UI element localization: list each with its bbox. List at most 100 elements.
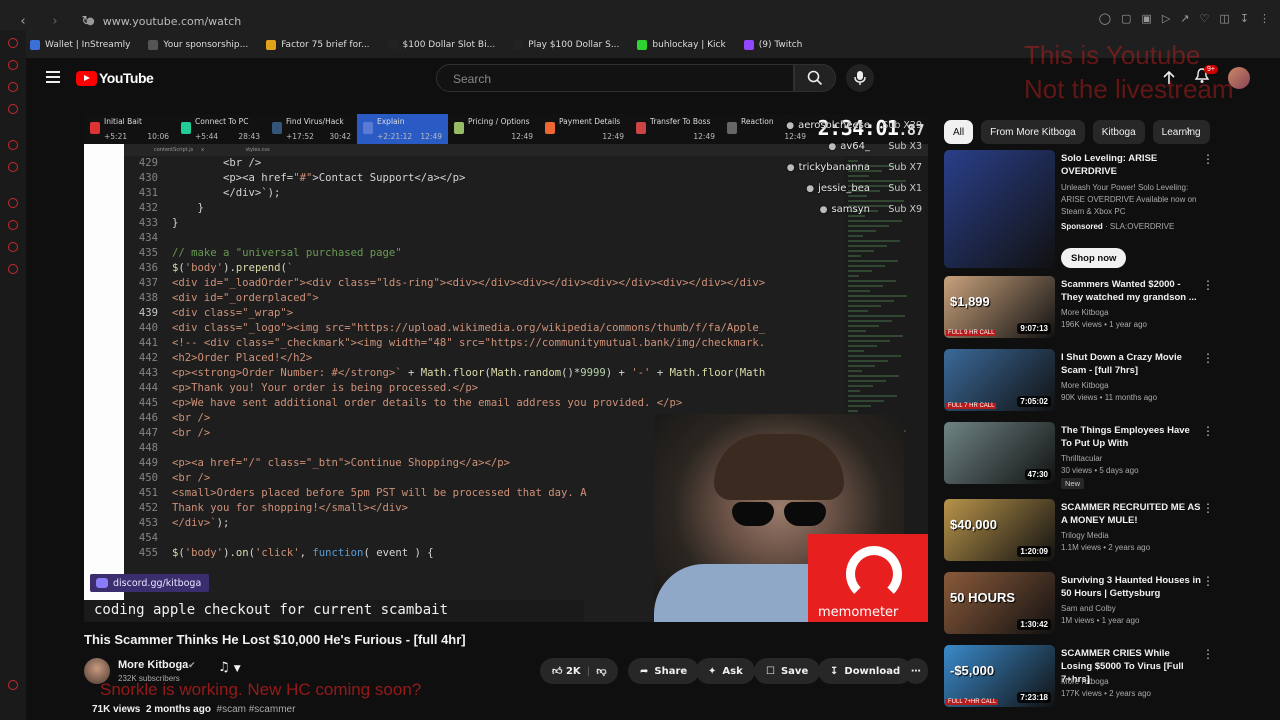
download-arrow-icon: ↧: [830, 665, 839, 677]
recommended-channel[interactable]: More Kitboga: [1061, 677, 1109, 686]
filter-chip[interactable]: Kitboga: [1092, 120, 1145, 144]
recommended-video[interactable]: FULL 7 HR CALL 7:05:02 I Shut Down a Crazy…: [944, 349, 1264, 415]
bookmark-item[interactable]: Play $100 Dollar S...: [513, 40, 619, 50]
extension-icon[interactable]: ◯: [1099, 12, 1111, 25]
youtube-logo[interactable]: YouTube: [76, 70, 154, 86]
filter-chips: All From More Kitboga Kitboga Learning: [944, 120, 1210, 144]
shop-now-button[interactable]: Shop now: [1061, 248, 1127, 268]
video-description-stats[interactable]: 71K views 2 months ago #scam #scammer: [92, 704, 295, 715]
more-vert-icon[interactable]: ⋮: [1202, 574, 1214, 588]
search-input[interactable]: Search: [436, 64, 794, 92]
video-thumbnail[interactable]: 50 HOURS 1:30:42: [944, 572, 1055, 634]
chat-username: jessie_bea: [806, 183, 870, 194]
sidebar-app-icon[interactable]: [8, 220, 18, 230]
video-player[interactable]: Initial Bait +5:21 10:06 Connect To PC +5:44…: [84, 114, 928, 622]
sidebar-app-icon[interactable]: [8, 82, 18, 92]
sidebar-app-icon[interactable]: [8, 104, 18, 114]
more-vert-icon[interactable]: ⋮: [1202, 152, 1214, 166]
video-thumbnail[interactable]: [944, 150, 1055, 268]
sidebar-app-icon[interactable]: [8, 242, 18, 252]
sidebar-app-icon[interactable]: [8, 680, 18, 690]
filter-chip[interactable]: All: [944, 120, 974, 144]
chevron-right-icon[interactable]: ›: [1186, 123, 1191, 137]
more-vert-icon[interactable]: ⋮: [1202, 424, 1214, 438]
video-thumbnail[interactable]: $40,000 1:20:09: [944, 499, 1055, 561]
bookmark-star-icon[interactable]: ♡: [1200, 12, 1210, 25]
filter-chip[interactable]: From More Kitboga: [981, 120, 1085, 144]
bookmark-item[interactable]: $100 Dollar Slot Bi...: [387, 40, 495, 50]
minimap-line: [848, 255, 861, 257]
more-actions-button[interactable]: ⋯: [904, 658, 928, 684]
video-thumbnail[interactable]: -$5,000 FULL 7+HR CALL 7:23:18: [944, 645, 1055, 707]
ask-button[interactable]: ✦ Ask: [696, 658, 755, 684]
bookmark-item[interactable]: Factor 75 brief for...: [266, 40, 370, 50]
segment-icon: [363, 122, 373, 134]
filter-chip[interactable]: Learning: [1152, 120, 1210, 144]
sidebar-app-icon[interactable]: [8, 198, 18, 208]
back-icon[interactable]: ‹: [14, 12, 32, 30]
sidebar-app-icon[interactable]: [8, 60, 18, 70]
save-label: Save: [780, 665, 809, 677]
sidebar-app-icon[interactable]: [8, 140, 18, 150]
share-label: Share: [654, 665, 688, 677]
extension-icon[interactable]: ▣: [1141, 12, 1151, 25]
more-vert-icon[interactable]: ⋮: [1202, 647, 1214, 661]
download-icon[interactable]: ↧: [1240, 12, 1249, 25]
recommended-title[interactable]: Solo Leveling: ARISE OVERDRIVE: [1061, 152, 1201, 178]
dislike-button[interactable]: 👎︎: [596, 665, 606, 677]
stream-caption-bar: coding apple checkout for current scamba…: [84, 600, 584, 622]
recommended-video[interactable]: $1,899 FULL 9 HR CALL 9:07:13 Scammers Want…: [944, 276, 1264, 342]
hashtags[interactable]: #scam #scammer: [217, 704, 296, 715]
share-button[interactable]: ➦ Share: [628, 658, 700, 684]
subscribe-bell-button[interactable]: ♫ ▼: [218, 660, 241, 675]
save-button[interactable]: ☐ Save: [754, 658, 821, 684]
recommended-video[interactable]: 50 HOURS 1:30:42 Surviving 3 Haunted House…: [944, 572, 1264, 638]
video-thumbnail[interactable]: FULL 7 HR CALL 7:05:02: [944, 349, 1055, 411]
bookmark-item[interactable]: (9) Twitch: [743, 40, 802, 50]
recommended-channel[interactable]: Thrilltacular: [1061, 454, 1102, 463]
view-count: 71K views: [92, 704, 141, 715]
recommended-channel[interactable]: Sam and Colby: [1061, 604, 1116, 613]
recommended-video[interactable]: $40,000 1:20:09 SCAMMER RECRUITED ME AS A …: [944, 499, 1264, 565]
segment-elapsed: +2:21:12: [377, 132, 413, 141]
menu-hamburger-icon[interactable]: [46, 71, 60, 83]
recommended-title[interactable]: The Things Employees Have To Put Up With: [1061, 424, 1201, 450]
recommended-title[interactable]: Scammers Wanted $2000 - They watched my …: [1061, 278, 1201, 304]
share-icon[interactable]: ↗: [1180, 12, 1189, 25]
recommended-title[interactable]: SCAMMER RECRUITED ME AS A MONEY MULE!: [1061, 501, 1201, 527]
sidebar-icon[interactable]: ◫: [1219, 12, 1229, 25]
extension-icon[interactable]: ▢: [1121, 12, 1131, 25]
bookmark-item[interactable]: buhlockay | Kick: [637, 40, 726, 50]
search-button[interactable]: [794, 64, 836, 92]
bookmark-item[interactable]: Your sponsorship...: [148, 40, 248, 50]
forward-icon[interactable]: ›: [46, 12, 64, 30]
sidebar-app-icon[interactable]: [8, 264, 18, 274]
recommended-video[interactable]: -$5,000 FULL 7+HR CALL 7:23:18 SCAMMER CRIE…: [944, 645, 1264, 711]
recommended-channel[interactable]: More Kitboga: [1061, 381, 1109, 390]
bell-icon: ♫: [218, 660, 230, 675]
site-info-icon[interactable]: ●: [86, 16, 95, 27]
cast-icon[interactable]: ▷: [1162, 12, 1170, 25]
download-label: Download: [844, 665, 901, 677]
recommended-title[interactable]: I Shut Down a Crazy Movie Scam - [full 7…: [1061, 351, 1201, 377]
more-vert-icon[interactable]: ⋮: [1202, 501, 1214, 515]
sponsored-ad-card[interactable]: Solo Leveling: ARISE OVERDRIVE ⋮ Unleash Y…: [944, 150, 1264, 270]
more-vert-icon[interactable]: ⋮: [1202, 351, 1214, 365]
voice-search-button[interactable]: [846, 64, 874, 92]
like-button[interactable]: 👍︎ 2K: [552, 665, 581, 677]
recommended-channel[interactable]: Trilogy Media: [1061, 531, 1109, 540]
sidebar-app-icon[interactable]: [8, 38, 18, 48]
more-vert-icon[interactable]: ⋮: [1202, 278, 1214, 292]
address-bar[interactable]: ● www.youtube.com/watch: [86, 10, 1096, 32]
recommended-video[interactable]: 47:30 The Things Employees Have To Put Up…: [944, 422, 1264, 489]
bookmark-item[interactable]: Wallet | InStreamly: [30, 40, 130, 50]
menu-icon[interactable]: ⋮: [1259, 12, 1270, 25]
ad-description: Unleash Your Power! Solo Leveling: ARISE…: [1061, 183, 1197, 216]
video-thumbnail[interactable]: 47:30: [944, 422, 1055, 484]
recommended-title[interactable]: Surviving 3 Haunted Houses in 50 Hours |…: [1061, 574, 1201, 600]
download-button[interactable]: ↧ Download: [818, 658, 913, 684]
sidebar-app-icon[interactable]: [8, 162, 18, 172]
video-thumbnail[interactable]: $1,899 FULL 9 HR CALL 9:07:13: [944, 276, 1055, 338]
channel-name[interactable]: More Kitboga: [118, 659, 188, 671]
recommended-channel[interactable]: More Kitboga: [1061, 308, 1109, 317]
